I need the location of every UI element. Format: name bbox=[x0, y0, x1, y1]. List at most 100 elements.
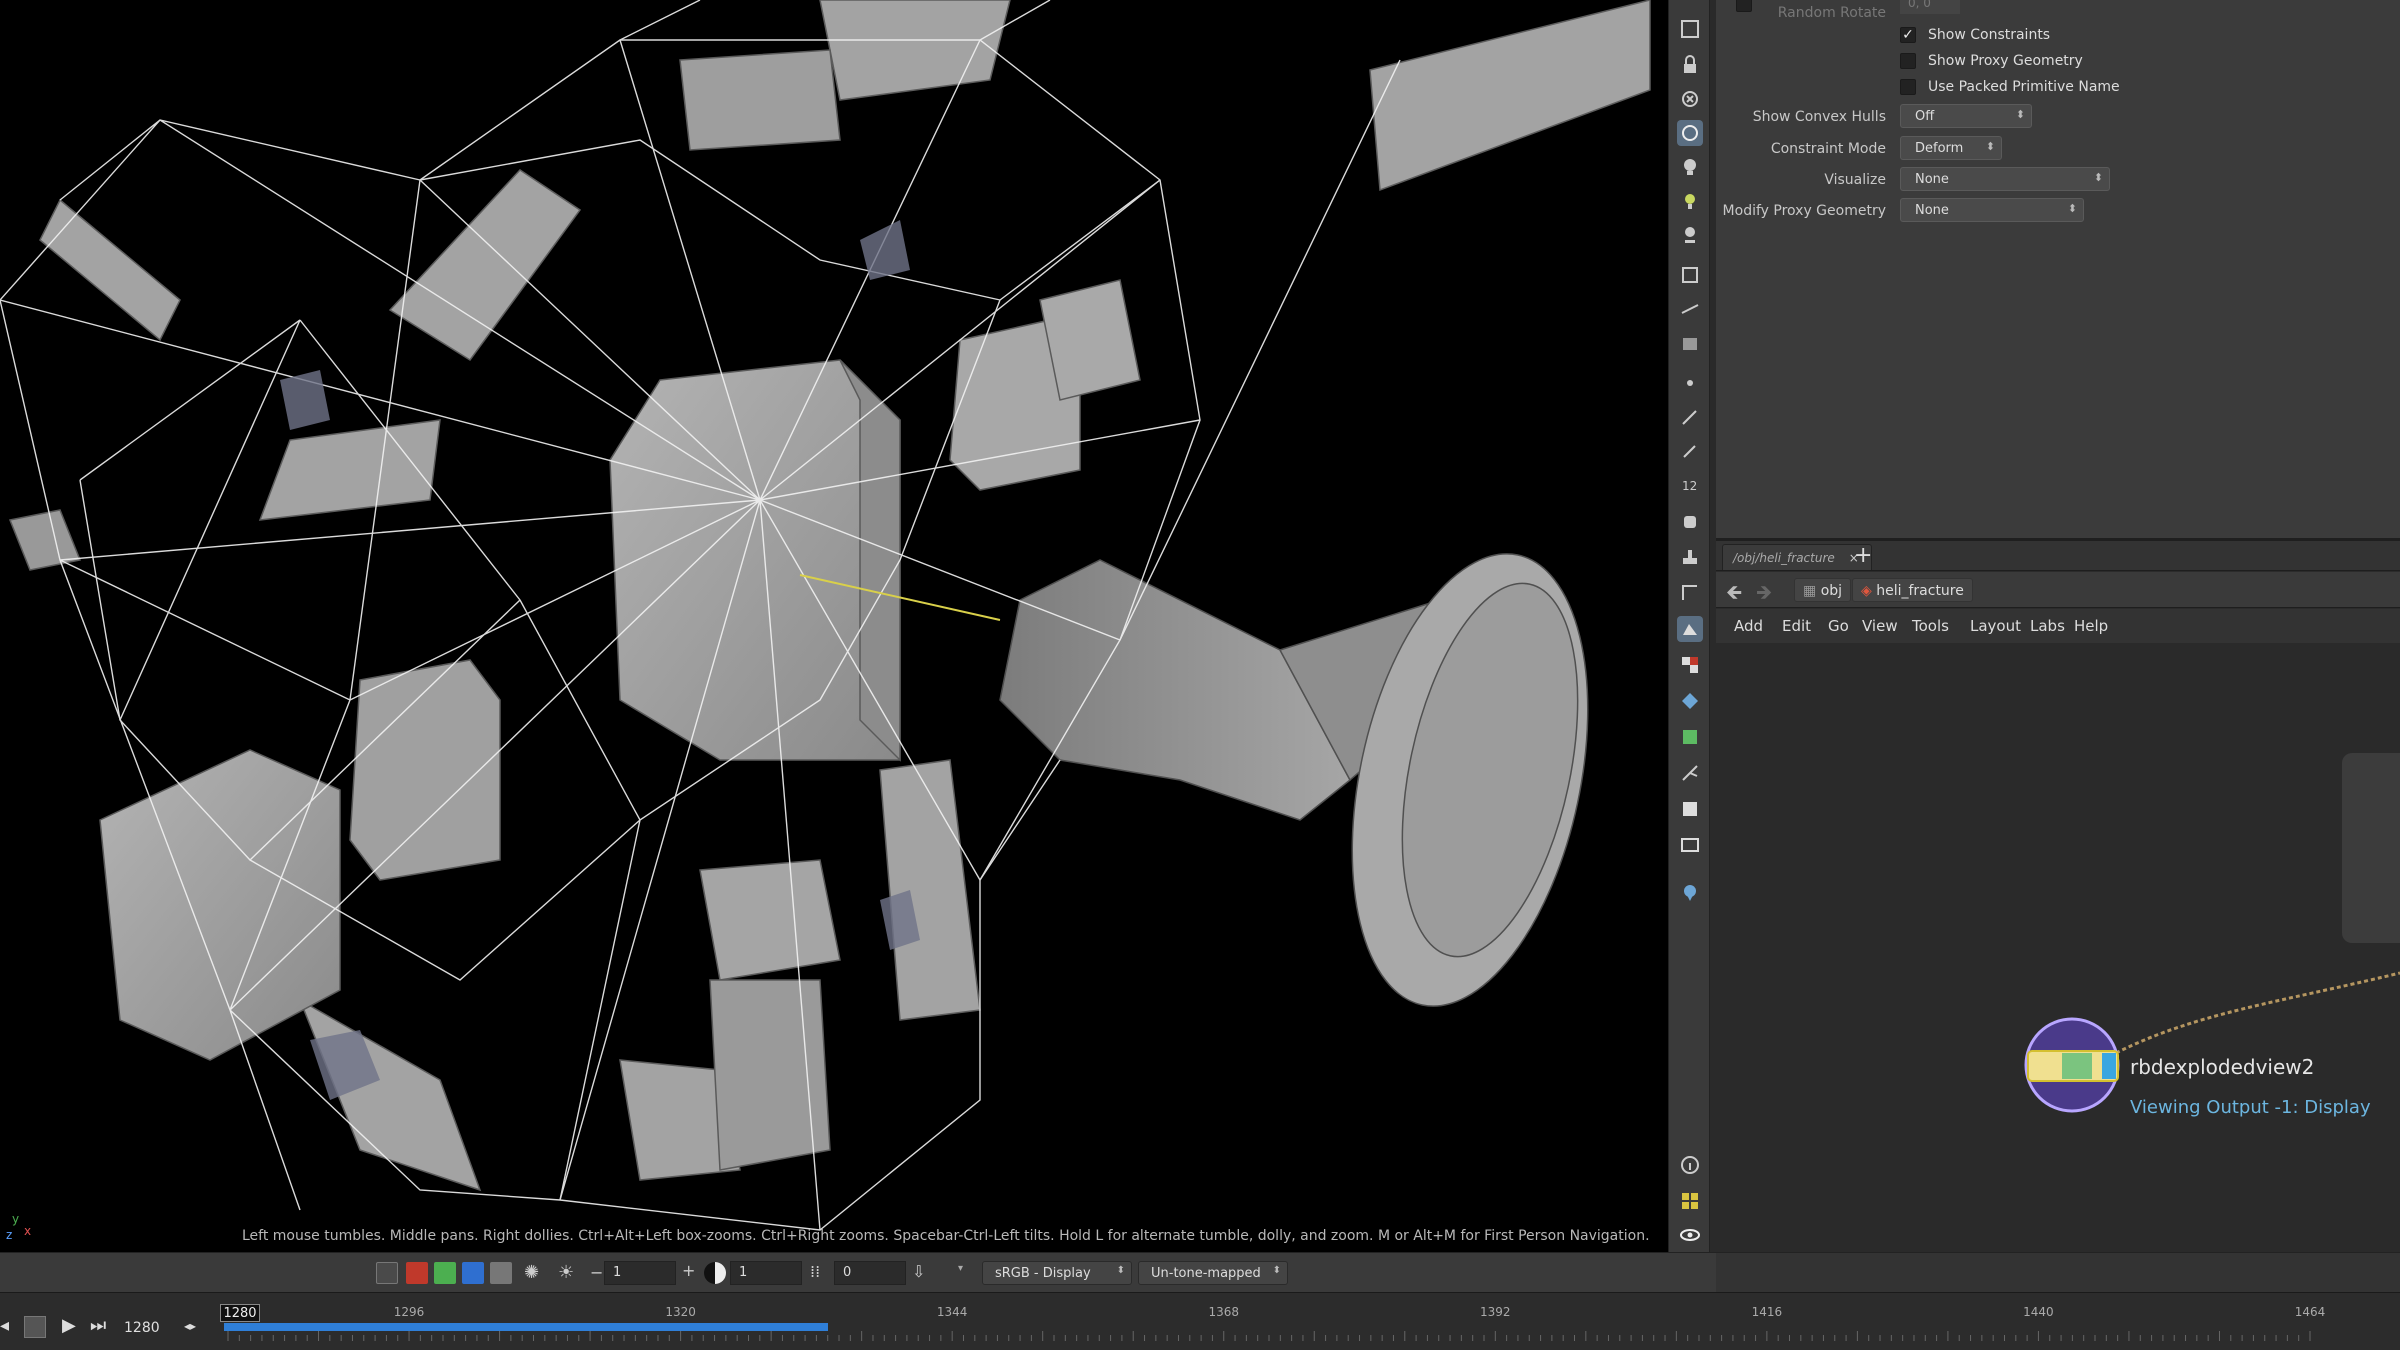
grid-green-icon[interactable] bbox=[1677, 724, 1703, 750]
red-channel-icon[interactable] bbox=[406, 1262, 428, 1284]
exposure-icon[interactable]: ✺ bbox=[524, 1262, 546, 1284]
diamond-icon[interactable] bbox=[1677, 688, 1703, 714]
use-packed-primitive-name-checkbox[interactable] bbox=[1900, 79, 1916, 95]
viewport-toolbar: 12 bbox=[1668, 0, 1710, 1252]
breadcrumb-current-label: heli_fracture bbox=[1876, 583, 1964, 599]
forward-arrow-icon[interactable]: 🡺 bbox=[1756, 578, 1772, 612]
numbers-icon[interactable]: 12 bbox=[1677, 472, 1703, 498]
network-canvas[interactable]: rbdexplodedview2 Viewing Output -1: Disp… bbox=[1716, 643, 2400, 1255]
camera-pin-icon[interactable] bbox=[1677, 222, 1703, 248]
jump-end-icon[interactable]: ⏭ bbox=[90, 1315, 106, 1336]
tone-map-value: Un-tone-mapped bbox=[1151, 1266, 1261, 1281]
image-icon[interactable] bbox=[1677, 832, 1703, 858]
gamma-icon[interactable] bbox=[704, 1262, 726, 1284]
chevron-updown-icon: ⬍ bbox=[2093, 171, 2103, 184]
light-icon[interactable] bbox=[1677, 154, 1703, 180]
menu-layout[interactable]: Layout bbox=[1970, 617, 2021, 635]
exposure-field[interactable]: 1 bbox=[604, 1261, 676, 1285]
use-packed-primitive-name-row[interactable]: Use Packed Primitive Name bbox=[1900, 76, 2120, 98]
chevron-updown-icon: ⬍ bbox=[1116, 1265, 1125, 1276]
modify-proxy-geometry-value: None bbox=[1915, 203, 1949, 218]
constraint-mode-value: Deform bbox=[1915, 141, 1964, 156]
branch-icon[interactable] bbox=[1677, 760, 1703, 786]
menu-tools[interactable]: Tools bbox=[1912, 617, 1949, 635]
brush-icon[interactable] bbox=[1677, 404, 1703, 430]
node-name[interactable]: rbdexplodedview2 bbox=[2130, 1055, 2314, 1079]
tab-heli-fracture[interactable]: /obj/heli_fracture × bbox=[1722, 544, 1872, 570]
show-convex-hulls-label: Show Convex Hulls bbox=[1752, 109, 1886, 125]
alpha-channel-icon[interactable] bbox=[490, 1262, 512, 1284]
show-proxy-geometry-row[interactable]: Show Proxy Geometry bbox=[1900, 50, 2083, 72]
pen-icon[interactable] bbox=[1677, 438, 1703, 464]
point-icon[interactable] bbox=[1677, 370, 1703, 396]
stop-icon[interactable] bbox=[24, 1316, 46, 1338]
stamp-icon[interactable] bbox=[1677, 544, 1703, 570]
visualize-menu[interactable]: None ⬍ bbox=[1900, 167, 2110, 191]
breadcrumb-obj[interactable]: ▦ obj bbox=[1794, 578, 1852, 602]
network-menubar: Add Edit Go View Tools Layout Labs Help bbox=[1716, 609, 2400, 643]
key-nav-icon[interactable]: ◂▸ bbox=[184, 1319, 196, 1333]
play-icon[interactable]: ▶ bbox=[62, 1315, 76, 1336]
timeline-tick-label: 1392 bbox=[1480, 1305, 1511, 1319]
ghost-icon[interactable] bbox=[1677, 120, 1703, 146]
frame-field[interactable]: 1280 bbox=[124, 1317, 180, 1341]
brightness-icon[interactable]: ☀ bbox=[558, 1262, 580, 1284]
modify-proxy-geometry-menu[interactable]: None ⬍ bbox=[1900, 198, 2084, 222]
step-back-icon[interactable]: ◂ bbox=[0, 1315, 9, 1336]
scene-viewport[interactable]: y x z Left mouse tumbles. Middle pans. R… bbox=[0, 0, 1668, 1252]
sculpt-icon[interactable] bbox=[1677, 616, 1703, 642]
menu-labs[interactable]: Labs bbox=[2030, 617, 2065, 635]
tone-map-menu[interactable]: Un-tone-mapped ⬍ bbox=[1138, 1261, 1288, 1285]
hand-icon[interactable] bbox=[1677, 508, 1703, 534]
timeline-tick-label: 1344 bbox=[936, 1305, 968, 1319]
lock-icon[interactable] bbox=[1677, 52, 1703, 78]
geo-icon: ◈ bbox=[1861, 583, 1877, 599]
timeline-tick-label: 1296 bbox=[393, 1305, 425, 1319]
background-icon[interactable] bbox=[376, 1262, 398, 1284]
menu-go[interactable]: Go bbox=[1828, 617, 1849, 635]
display-points-icon[interactable] bbox=[1677, 262, 1703, 288]
list-icon[interactable] bbox=[1677, 796, 1703, 822]
show-convex-hulls-menu[interactable]: Off ⬍ bbox=[1900, 104, 2032, 128]
close-circle-icon[interactable] bbox=[1677, 86, 1703, 112]
show-proxy-geometry-checkbox[interactable] bbox=[1900, 53, 1916, 69]
visualize-label: Visualize bbox=[1824, 172, 1886, 188]
green-channel-icon[interactable] bbox=[434, 1262, 456, 1284]
timeline-ruler[interactable]: 1296 1320 1344 1368 1392 1416 1440 1464 bbox=[220, 1293, 2400, 1350]
lut-icon[interactable]: ⁞⁞ bbox=[810, 1262, 832, 1284]
info-icon[interactable] bbox=[1677, 1152, 1703, 1178]
dropdown-arrow-icon[interactable]: ▾ bbox=[958, 1263, 963, 1274]
chevron-updown-icon: ⬍ bbox=[2015, 108, 2025, 121]
show-constraints-checkbox[interactable]: ✓ bbox=[1900, 27, 1916, 43]
corner-icon[interactable] bbox=[1677, 580, 1703, 606]
display-uv-icon[interactable] bbox=[1677, 330, 1703, 356]
location-pin-icon[interactable] bbox=[1677, 880, 1703, 906]
gamma-field[interactable]: 1 bbox=[730, 1261, 802, 1285]
pin-light-icon[interactable] bbox=[1677, 188, 1703, 214]
current-frame-marker[interactable]: 1280 bbox=[220, 1304, 260, 1322]
show-constraints-row[interactable]: ✓ Show Constraints bbox=[1900, 24, 2050, 46]
lut-field[interactable]: 0 bbox=[834, 1261, 906, 1285]
snapshot-icon[interactable]: ⇩ bbox=[912, 1262, 934, 1284]
select-tool-icon[interactable] bbox=[1677, 16, 1703, 42]
random-rotate-field[interactable]: 0, 0 bbox=[1900, 0, 1960, 14]
eye-icon[interactable] bbox=[1677, 1222, 1703, 1248]
menu-edit[interactable]: Edit bbox=[1782, 617, 1811, 635]
blue-channel-icon[interactable] bbox=[462, 1262, 484, 1284]
checker-icon[interactable] bbox=[1677, 652, 1703, 678]
constraint-mode-menu[interactable]: Deform ⬍ bbox=[1900, 136, 2002, 160]
minus-icon[interactable]: − bbox=[590, 1263, 603, 1282]
show-proxy-geometry-label: Show Proxy Geometry bbox=[1928, 53, 2083, 69]
plus-icon[interactable]: + bbox=[682, 1261, 695, 1280]
add-tab-button[interactable]: + bbox=[1854, 543, 1872, 568]
constraint-mode-label: Constraint Mode bbox=[1770, 141, 1886, 157]
chevron-updown-icon: ⬍ bbox=[1985, 140, 1995, 153]
menu-help[interactable]: Help bbox=[2074, 617, 2108, 635]
back-arrow-icon[interactable]: 🡸 bbox=[1726, 578, 1742, 612]
color-space-menu[interactable]: sRGB - Display ⬍ bbox=[982, 1261, 1132, 1285]
display-normals-icon[interactable] bbox=[1677, 296, 1703, 322]
menu-add[interactable]: Add bbox=[1734, 617, 1763, 635]
breadcrumb-heli-fracture[interactable]: ◈ heli_fracture bbox=[1852, 578, 1973, 602]
menu-view[interactable]: View bbox=[1862, 617, 1898, 635]
layout-icon[interactable] bbox=[1677, 1188, 1703, 1214]
